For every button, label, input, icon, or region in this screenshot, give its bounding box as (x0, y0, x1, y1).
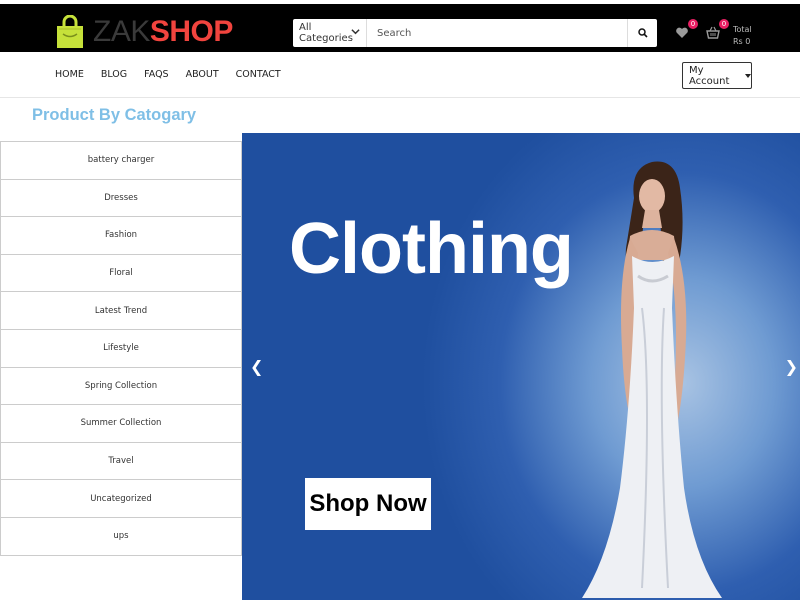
category-item-lifestyle[interactable]: Lifestyle (0, 329, 242, 368)
category-item-spring-collection[interactable]: Spring Collection (0, 367, 242, 406)
brand-part-zak: ZAK (93, 15, 150, 48)
chevron-right-icon[interactable]: ❯ (785, 357, 798, 376)
chevron-down-icon (351, 29, 360, 35)
cart-button[interactable]: 0 (705, 19, 729, 42)
top-header: ZAKSHOP All Categories 0 0 (0, 0, 800, 52)
chevron-left-icon[interactable]: ❮ (250, 357, 263, 376)
category-item-fashion[interactable]: Fashion (0, 217, 242, 255)
model-photo (582, 161, 722, 598)
category-list: battery charger Dresses Fashion Floral L… (0, 141, 242, 556)
search-button[interactable] (627, 19, 657, 47)
brand-part-shop: SHOP (149, 15, 234, 48)
category-item-dresses[interactable]: Dresses (0, 179, 242, 218)
brand-name: ZAKSHOP (93, 17, 233, 47)
main-nav: HOME BLOG FAQS ABOUT CONTACT My Account (0, 52, 800, 98)
search-icon (637, 28, 648, 38)
category-item-travel[interactable]: Travel (0, 442, 242, 481)
cart-count-badge: 0 (719, 19, 729, 29)
category-item-floral[interactable]: Floral (0, 254, 242, 293)
nav-links: HOME BLOG FAQS ABOUT CONTACT (55, 69, 298, 80)
cart-icon (706, 26, 720, 39)
wishlist-button[interactable]: 0 (674, 19, 698, 42)
nav-link-about[interactable]: ABOUT (186, 69, 219, 80)
my-account-label: My Account (689, 64, 730, 87)
category-item-latest-trend[interactable]: Latest Trend (0, 292, 242, 330)
hero-slider: Clothing Shop Now ❮ ❯ (242, 133, 800, 600)
cart-total-label: Total (733, 25, 752, 34)
nav-link-contact[interactable]: CONTACT (236, 69, 281, 80)
banner-title: Clothing (289, 209, 574, 289)
category-select[interactable]: All Categories (293, 19, 367, 47)
nav-link-blog[interactable]: BLOG (101, 69, 127, 80)
search-input[interactable] (367, 19, 627, 47)
search-bar: All Categories (293, 19, 657, 47)
category-item-summer-collection[interactable]: Summer Collection (0, 405, 242, 443)
shopping-bag-icon (57, 15, 83, 48)
wishlist-count-badge: 0 (688, 19, 698, 29)
cart-total-value: Rs 0 (733, 37, 751, 46)
cart-total: Total Rs 0 (733, 24, 752, 48)
shop-now-button[interactable]: Shop Now (305, 478, 431, 530)
category-heading: Product By Catogary (32, 106, 197, 124)
category-item-ups[interactable]: ups (0, 517, 242, 556)
category-item-uncategorized[interactable]: Uncategorized (0, 480, 242, 518)
category-item-battery-charger[interactable]: battery charger (0, 142, 242, 180)
site-logo[interactable]: ZAKSHOP (55, 10, 233, 54)
caret-down-icon (745, 73, 751, 78)
heart-icon (676, 27, 688, 38)
my-account-dropdown[interactable]: My Account (682, 62, 752, 89)
nav-link-home[interactable]: HOME (55, 69, 84, 80)
nav-link-faqs[interactable]: FAQS (144, 69, 168, 80)
